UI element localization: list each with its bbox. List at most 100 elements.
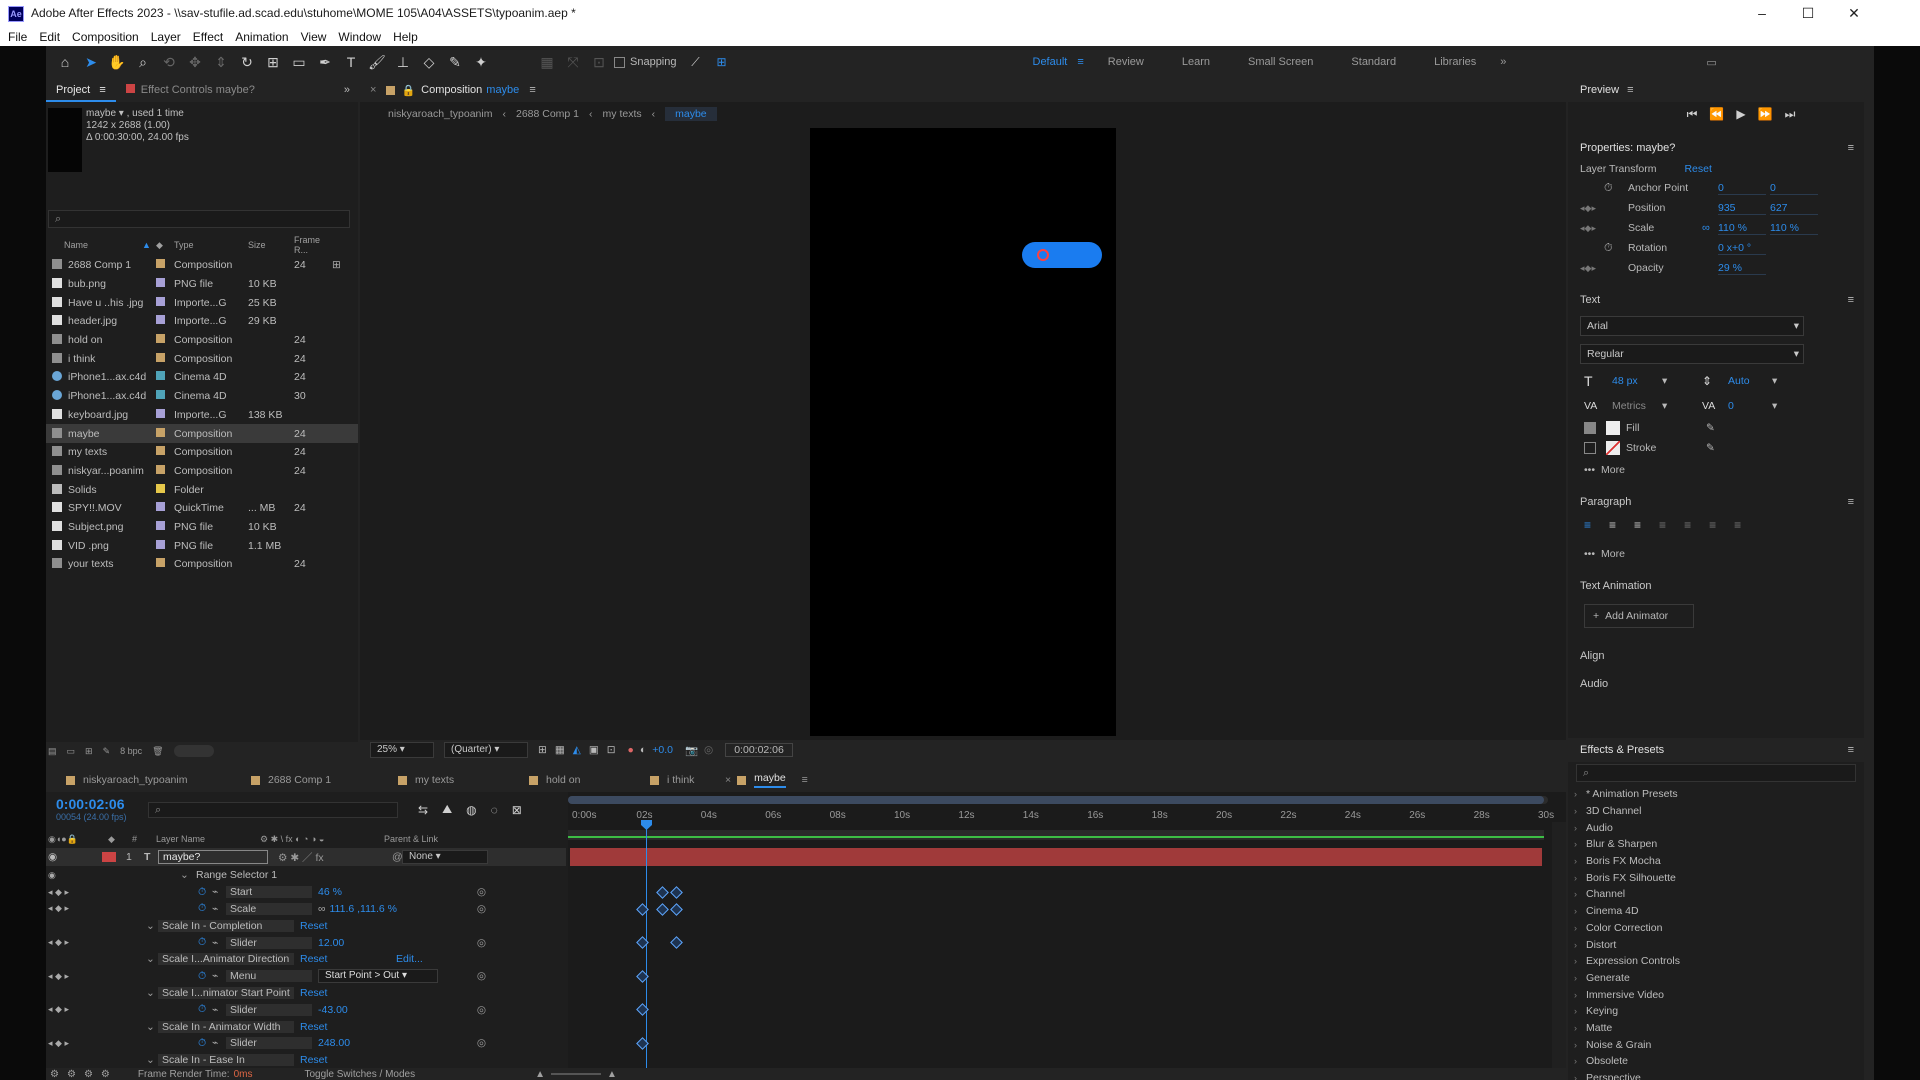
label-swatch[interactable] [156, 296, 174, 309]
label-swatch[interactable] [156, 558, 174, 570]
tl-tab[interactable]: my texts [415, 774, 521, 786]
layer-label-swatch[interactable] [102, 852, 116, 862]
menu-help[interactable]: Help [393, 30, 418, 44]
effects-menu-icon[interactable]: ≡ [1848, 744, 1854, 756]
expression-icon[interactable]: ◎ [477, 886, 486, 898]
keyframe-nav-icon[interactable]: ◂◆▸ [1580, 223, 1604, 234]
selection-tool-icon[interactable]: ➤ [80, 51, 102, 73]
project-item[interactable]: keyboard.jpg Importe...G 138 KB [46, 406, 358, 425]
fast-preview-icon[interactable]: ⊞ [538, 744, 547, 756]
timeline-property-row[interactable]: ◂ ◆ ▸ ⏱ ⌁ Slider 248.00 ◎ [46, 1035, 566, 1052]
breadcrumb-item[interactable]: niskyaroach_typoanim [388, 108, 492, 120]
kerning-value[interactable]: Metrics [1612, 400, 1662, 412]
property-value[interactable]: 248.00 [318, 1037, 438, 1049]
fill-swatch[interactable] [1606, 421, 1620, 435]
comp-timecode[interactable]: 0:00:02:06 [725, 743, 793, 757]
zoom-in-icon[interactable]: ▲ [607, 1069, 617, 1080]
menu-composition[interactable]: Composition [72, 30, 139, 44]
keyframe-nav-icon[interactable]: ◂ ◆ ▸ [46, 1004, 90, 1015]
transform-value-1[interactable]: 29 % [1718, 262, 1766, 275]
effects-category[interactable]: › Distort [1574, 936, 1864, 953]
pen-tool-icon[interactable]: ✒ [314, 51, 336, 73]
keyframe-nav-icon[interactable]: ◂ ◆ ▸ [46, 971, 90, 982]
timeline-property-row[interactable]: ◂ ◆ ▸ ⏱ ⌁ Slider -43.00 ◎ [46, 1001, 566, 1018]
project-item[interactable]: your texts Composition 24 [46, 555, 358, 574]
keyframe-nav-icon[interactable]: ◉ [46, 870, 90, 881]
transform-value-1[interactable]: 0 x+0 ° [1718, 242, 1766, 255]
fill-checkbox[interactable] [1584, 422, 1596, 434]
close-icon[interactable]: ✕ [1832, 2, 1876, 26]
timeline-timecode[interactable]: 0:00:02:06 [56, 796, 127, 812]
workspace-standard[interactable]: Standard [1351, 56, 1396, 68]
paragraph-more-button[interactable]: ••• More [1568, 542, 1864, 566]
project-item[interactable]: iPhone1...ax.c4d Cinema 4D 30 [46, 387, 358, 406]
chevron-down-icon[interactable]: ⌄ [146, 987, 158, 999]
transform-value-2[interactable]: 0 [1770, 182, 1818, 195]
effects-category[interactable]: › Expression Controls [1574, 953, 1864, 970]
effects-category[interactable]: › Noise & Grain [1574, 1036, 1864, 1053]
tl-tab[interactable]: i think [667, 774, 717, 786]
paragraph-menu-icon[interactable]: ≡ [1848, 496, 1854, 508]
layer-switches-icon[interactable]: ⚙ ✱ ／ fx [278, 850, 392, 865]
time-ruler[interactable]: 0:00s 02s 04s 06s 08s 10s 12s 14s 16s 18s 20s 22s 24… [568, 806, 1554, 830]
property-value[interactable]: Reset [300, 987, 420, 999]
transform-value-2[interactable]: 110 % [1770, 222, 1818, 235]
effects-category[interactable]: › Boris FX Silhouette [1574, 869, 1864, 886]
roto-brush-icon[interactable]: ✎ [444, 51, 466, 73]
text-more-button[interactable]: ••• More [1568, 458, 1864, 482]
stopwatch-icon[interactable]: ⏱ [198, 1037, 212, 1050]
timeline-scrollbar[interactable] [1552, 822, 1566, 1080]
graph-icon[interactable]: ⌁ [212, 886, 226, 898]
effects-category[interactable]: › Keying [1574, 1003, 1864, 1020]
transform-value-2[interactable]: 627 [1770, 202, 1818, 215]
effects-category[interactable]: › * Animation Presets [1574, 786, 1864, 803]
justify-all-icon[interactable]: ≡ [1734, 518, 1741, 532]
transform-reset[interactable]: Reset [1684, 163, 1711, 175]
layer-row[interactable]: ◉ 1 T maybe? ⚙ ✱ ／ fx @ None ▾ [46, 848, 566, 866]
trash-icon[interactable]: 🗑 [152, 746, 163, 757]
breadcrumb-current[interactable]: maybe [665, 107, 717, 121]
comp-tab-name[interactable]: maybe [486, 84, 519, 96]
keyframe-nav-icon[interactable]: ◂ ◆ ▸ [46, 1038, 90, 1049]
eye-icon[interactable]: ◉ [48, 851, 102, 863]
stroke-checkbox[interactable] [1584, 442, 1596, 454]
label-swatch[interactable] [156, 408, 174, 421]
graph-icon[interactable]: ⌁ [212, 970, 226, 982]
justify-center-icon[interactable]: ≡ [1684, 518, 1691, 532]
project-item[interactable]: Have u ..his .jpg Importe...G 25 KB [46, 293, 358, 312]
keyframe-icon[interactable] [670, 936, 683, 950]
keyframe-nav-icon[interactable]: ◂ ◆ ▸ [46, 937, 90, 948]
anchor-point-icon[interactable] [1037, 249, 1049, 261]
project-item[interactable]: hold on Composition 24 [46, 331, 358, 350]
panel-overflow-icon[interactable]: » [344, 84, 350, 96]
workspace-overflow-icon[interactable]: » [1500, 56, 1506, 68]
effects-search-input[interactable]: ⌕ [1576, 764, 1856, 782]
label-swatch[interactable] [156, 352, 174, 365]
exposure-value[interactable]: +0.0 [652, 744, 673, 756]
layer-name-field[interactable]: maybe? [158, 850, 268, 864]
label-swatch[interactable] [156, 520, 174, 533]
tab-project[interactable]: Project ≡ [46, 78, 116, 102]
stopwatch-icon[interactable]: ⏱ [1604, 242, 1628, 255]
comp-viewer-canvas[interactable] [810, 128, 1116, 736]
project-item[interactable]: 2688 Comp 1 Composition 24 ⊞ [46, 256, 358, 275]
type-tool-icon[interactable]: T [340, 51, 362, 73]
col-type[interactable]: Type [174, 240, 248, 250]
label-swatch[interactable] [156, 371, 174, 383]
font-size-dropdown-icon[interactable]: ▾ [1662, 375, 1702, 387]
stroke-eyedropper-icon[interactable]: ✎ [1706, 442, 1715, 454]
timeline-property-row[interactable]: ◂ ◆ ▸ ⏱ ⌁ Start 46 % ◎ [46, 884, 566, 901]
zoom-tool-icon[interactable]: ⌕ [132, 51, 154, 73]
graph-icon[interactable]: ⌁ [212, 903, 226, 915]
resolution-dropdown[interactable]: (Quarter) ▾ [444, 742, 528, 758]
reset-exposure-icon[interactable]: ◐ [640, 744, 646, 756]
property-value[interactable]: 111.6 ,111.6 % [330, 903, 450, 915]
align-left-icon[interactable]: ≡ [1584, 518, 1591, 532]
project-item[interactable]: Subject.png PNG file 10 KB [46, 518, 358, 537]
effects-category[interactable]: › Obsolete [1574, 1053, 1864, 1070]
comp-tab-label[interactable]: Composition [421, 84, 482, 96]
new-folder-icon[interactable]: ▭ [67, 746, 76, 757]
label-swatch[interactable] [156, 464, 174, 477]
workspace-menu-icon[interactable]: ≡ [1077, 56, 1083, 68]
label-swatch[interactable] [156, 427, 174, 440]
